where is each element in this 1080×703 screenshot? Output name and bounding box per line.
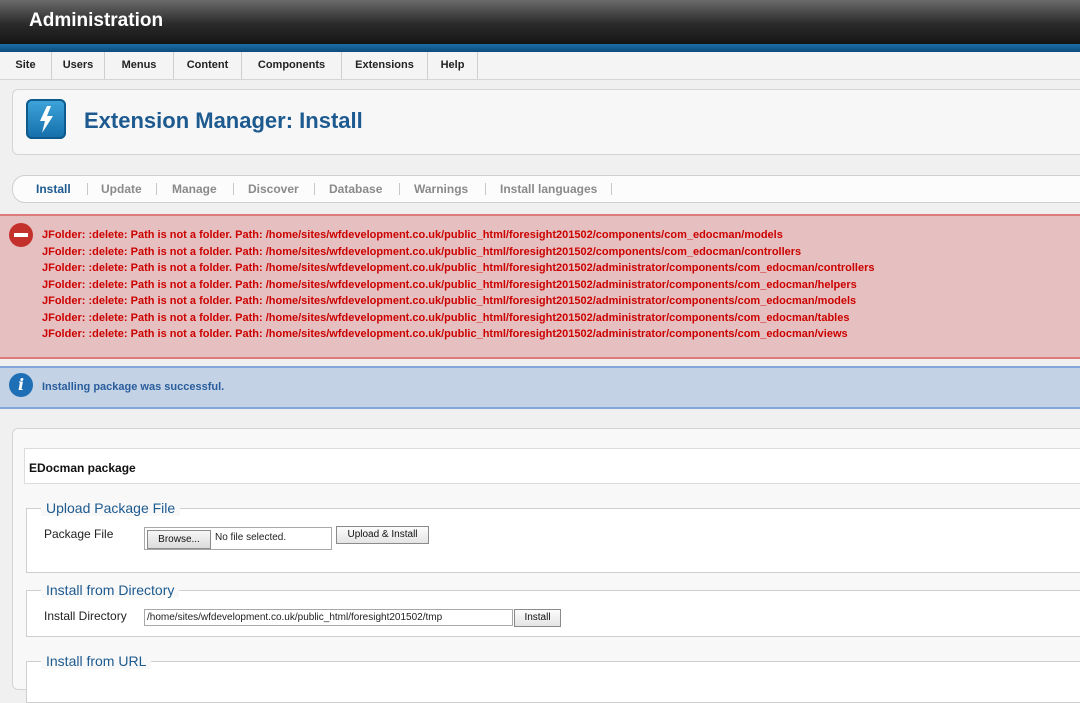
error-line: JFolder: :delete: Path is not a folder. … <box>42 229 783 241</box>
menu-extensions[interactable]: Extensions <box>342 52 428 79</box>
tab-separator <box>314 183 315 195</box>
menu-help[interactable]: Help <box>428 52 478 79</box>
tab-warnings[interactable]: Warnings <box>414 176 468 202</box>
tab-separator <box>87 183 88 195</box>
tab-discover[interactable]: Discover <box>248 176 299 202</box>
tab-install-languages[interactable]: Install languages <box>500 176 597 202</box>
info-message: Installing package was successful. <box>42 381 225 393</box>
tab-separator <box>233 183 234 195</box>
admin-topbar: Administration <box>0 0 1080 44</box>
tab-update[interactable]: Update <box>101 176 142 202</box>
error-line: JFolder: :delete: Path is not a folder. … <box>42 279 857 291</box>
error-line: JFolder: :delete: Path is not a folder. … <box>42 312 850 324</box>
submenu-tabs: Install Update Manage Discover Database … <box>12 175 1080 203</box>
tab-separator <box>156 183 157 195</box>
error-icon <box>9 223 33 247</box>
tab-separator <box>399 183 400 195</box>
tab-separator <box>485 183 486 195</box>
upload-legend: Upload Package File <box>41 500 181 516</box>
package-name: EDocman package <box>29 461 136 475</box>
menu-menus[interactable]: Menus <box>105 52 174 79</box>
package-file-label: Package File <box>44 527 114 541</box>
page-title: Extension Manager: Install <box>84 108 363 133</box>
tab-database[interactable]: Database <box>329 176 382 202</box>
tab-manage[interactable]: Manage <box>172 176 217 202</box>
menu-site[interactable]: Site <box>0 52 52 79</box>
menu-content[interactable]: Content <box>174 52 242 79</box>
main-menu: Site Users Menus Content Components Exte… <box>0 52 1080 80</box>
error-line: JFolder: :delete: Path is not a folder. … <box>42 262 875 274</box>
install-panel: EDocman package Upload Package File Pack… <box>12 428 1080 703</box>
file-status: No file selected. <box>215 532 287 543</box>
menu-users[interactable]: Users <box>52 52 105 79</box>
error-message-box: JFolder: :delete: Path is not a folder. … <box>0 214 1080 359</box>
accent-bar <box>0 44 1080 52</box>
error-line: JFolder: :delete: Path is not a folder. … <box>42 328 848 340</box>
install-directory-fieldset: Install from Directory Install Directory… <box>26 582 1080 637</box>
install-directory-button[interactable]: Install <box>514 609 561 627</box>
menu-components[interactable]: Components <box>242 52 342 79</box>
error-line: JFolder: :delete: Path is not a folder. … <box>42 295 857 307</box>
install-directory-input[interactable] <box>144 609 513 626</box>
lightning-bolt-icon <box>26 99 66 139</box>
page-header: Extension Manager: Install <box>12 89 1080 155</box>
error-line: JFolder: :delete: Path is not a folder. … <box>42 246 802 258</box>
package-file-input[interactable]: Browse... No file selected. <box>144 527 332 550</box>
app-title: Administration <box>29 10 164 31</box>
upload-install-button[interactable]: Upload & Install <box>336 526 429 544</box>
browse-button[interactable]: Browse... <box>147 530 211 549</box>
tab-install[interactable]: Install <box>36 176 71 202</box>
install-directory-label: Install Directory <box>44 609 127 623</box>
install-url-fieldset: Install from URL <box>26 653 1080 703</box>
upload-package-fieldset: Upload Package File Package File Browse.… <box>26 500 1080 573</box>
directory-legend: Install from Directory <box>41 582 180 598</box>
package-result: EDocman package <box>24 448 1080 484</box>
info-icon: i <box>9 373 33 397</box>
info-message-box: i Installing package was successful. <box>0 366 1080 409</box>
tab-separator <box>611 183 612 195</box>
url-legend: Install from URL <box>41 653 152 669</box>
